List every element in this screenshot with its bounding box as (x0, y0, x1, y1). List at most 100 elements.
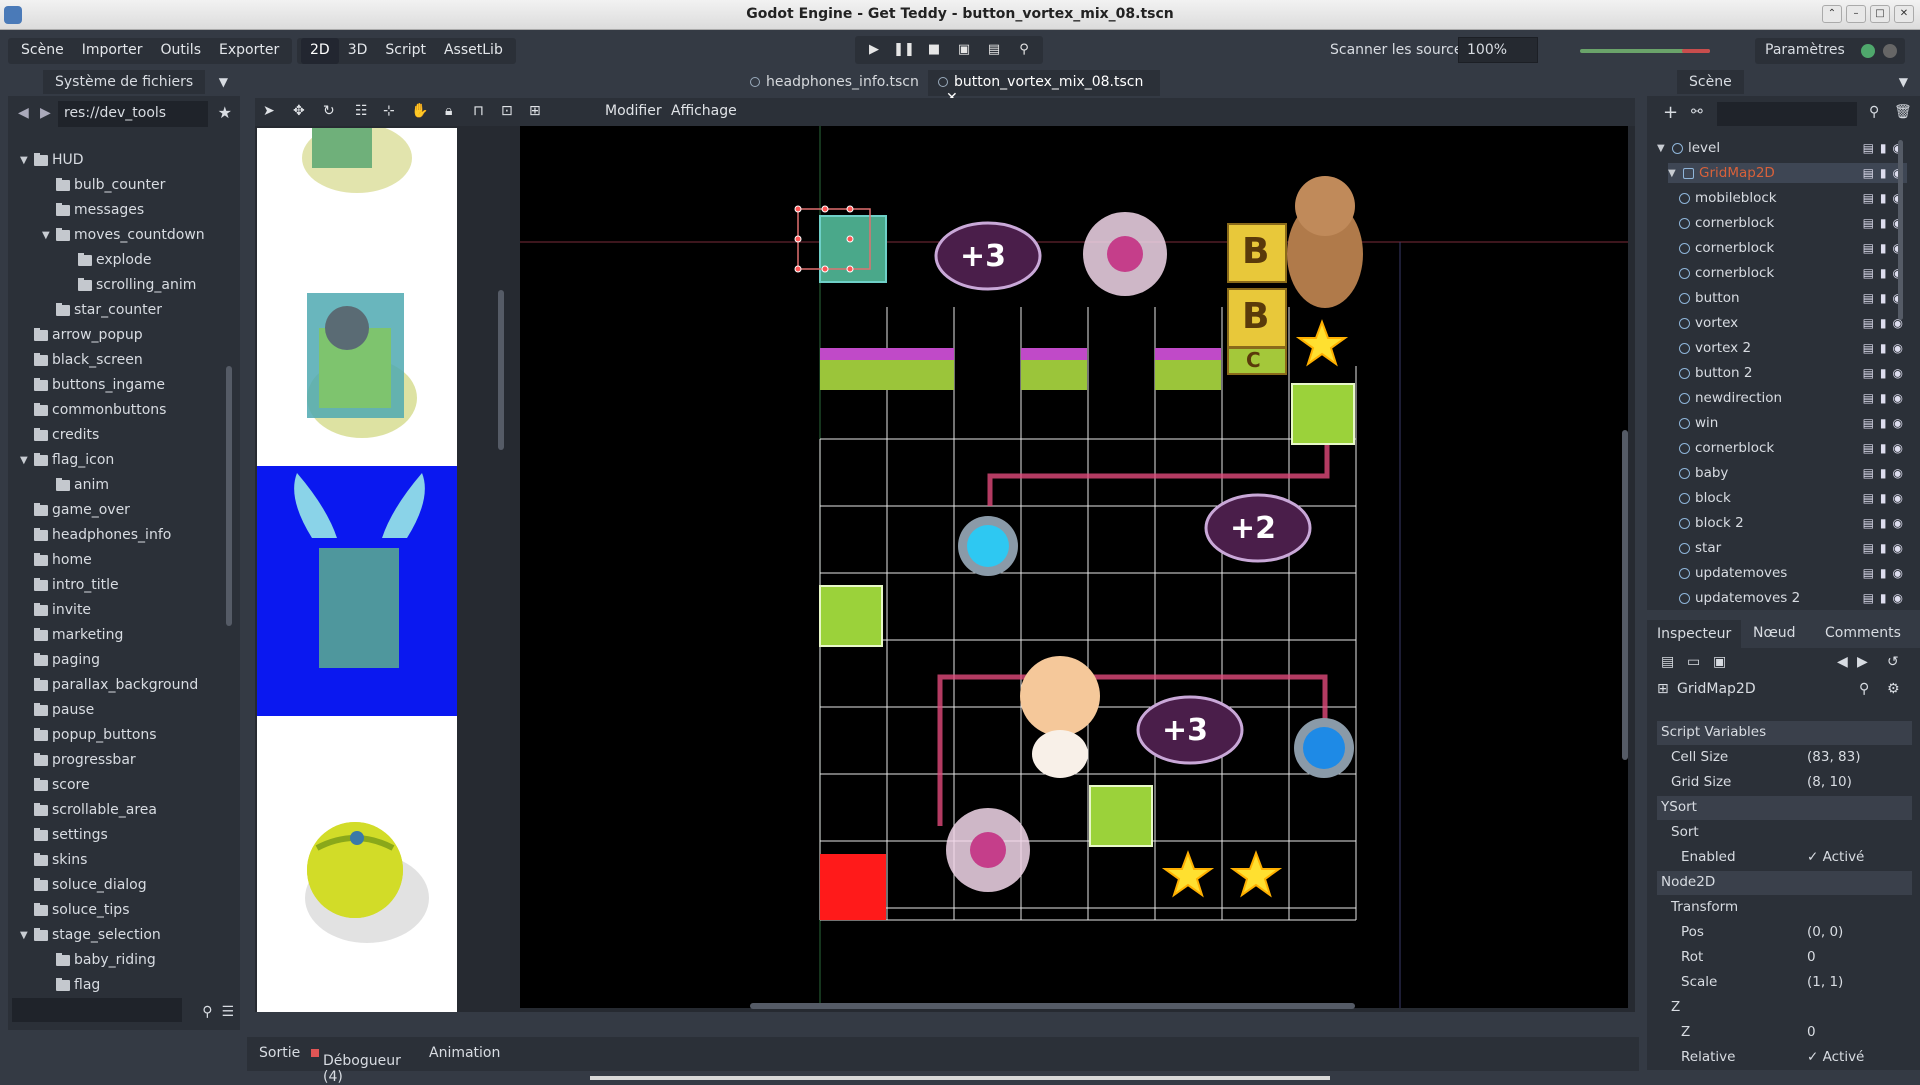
scene-node-button[interactable]: button▤▮◉ (1679, 288, 1907, 308)
file-tree-item[interactable]: bulb_counter (56, 175, 165, 195)
inspector-section[interactable]: YSort (1657, 796, 1912, 820)
script-icon[interactable]: ▤ (1863, 216, 1874, 230)
mode-script[interactable]: Script (376, 38, 435, 64)
scene-tree-scrollbar[interactable] (1898, 140, 1903, 320)
zoom-input[interactable]: 100% (1458, 37, 1538, 63)
save-icon[interactable]: ▣ (1713, 654, 1726, 670)
tab-button-vortex-mix[interactable]: button_vortex_mix_08.tscn ✕ (928, 70, 1160, 106)
visibility-icon[interactable]: ◉ (1893, 416, 1903, 430)
file-tree-item[interactable]: ▼ flag_icon (20, 450, 114, 470)
visibility-icon[interactable]: ◉ (1893, 391, 1903, 405)
output-tab[interactable]: Sortie (259, 1045, 300, 1061)
lock-icon[interactable]: ▮ (1880, 466, 1887, 480)
file-search-input[interactable] (12, 998, 182, 1022)
search-icon[interactable]: ⚲ (1859, 681, 1869, 697)
scene-node-button-2[interactable]: button 2 ▤ ▮ ◉ (1679, 363, 1907, 383)
script-icon[interactable]: ▤ (1863, 441, 1874, 455)
lock-icon[interactable]: ▮ (1880, 191, 1887, 205)
file-tree-item[interactable]: flag (56, 975, 100, 995)
visibility-icon[interactable]: ◉ (1893, 491, 1903, 505)
lock-icon[interactable]: ▮ (1880, 266, 1887, 280)
script-icon[interactable]: ▤ (1863, 316, 1874, 330)
file-tree-item[interactable]: score (34, 775, 90, 795)
file-tree-item[interactable]: home (34, 550, 92, 570)
script-icon[interactable]: ▤ (1863, 266, 1874, 280)
file-tree-item[interactable]: ▼ HUD (20, 150, 84, 170)
file-tree-item[interactable]: scrollable_area (34, 800, 157, 820)
scene-node-updatemoves[interactable]: updatemoves ▤ ▮ ◉ (1679, 563, 1907, 583)
pivot-tool-icon[interactable]: ⊹ (383, 103, 395, 119)
scene-node-vortex-2[interactable]: vortex 2 ▤ ▮ ◉ (1679, 338, 1907, 358)
visibility-icon[interactable]: ◉ (1893, 591, 1903, 605)
inspector-property[interactable]: Sort (1657, 821, 1912, 845)
debugger-tab[interactable]: Débogueur (4) (311, 1045, 401, 1085)
favorite-icon[interactable]: ★ (218, 103, 232, 122)
window-maximize-button[interactable]: □ (1870, 5, 1890, 23)
tab-comments[interactable]: Comments (1825, 625, 1901, 641)
play-custom-scene-icon[interactable]: ▤ (981, 38, 1007, 62)
file-tree-item[interactable]: game_over (34, 500, 130, 520)
inspector-property[interactable]: Enabled ✓ Activé (1657, 846, 1912, 870)
lock-icon[interactable]: 🔒︎ (445, 103, 452, 119)
panel-menu-icon[interactable]: ▼ (219, 75, 228, 89)
file-tree-item[interactable]: buttons_ingame (34, 375, 165, 395)
file-tree-item[interactable]: popup_buttons (34, 725, 157, 745)
inspector-section[interactable]: Node2D (1657, 871, 1912, 895)
visibility-icon[interactable]: ◉ (1893, 566, 1903, 580)
pan-tool-icon[interactable]: ✋ (411, 103, 428, 119)
visibility-icon[interactable]: ◉ (1893, 341, 1903, 355)
file-tree-item[interactable]: baby_riding (56, 950, 156, 970)
script-icon[interactable]: ▤ (1863, 566, 1874, 580)
lock-icon[interactable]: ▮ (1880, 241, 1887, 255)
trash-icon[interactable]: 🗑︎ (1894, 104, 1912, 120)
scene-node-block-2[interactable]: block 2 ▤ ▮ ◉ (1679, 513, 1907, 533)
scene-node-mobileblock[interactable]: mobileblock▤▮◉ (1679, 188, 1907, 208)
history-back-icon[interactable]: ◀ (1837, 654, 1848, 670)
canvas-hscroll[interactable] (750, 1003, 1355, 1009)
file-tree-item[interactable]: intro_title (34, 575, 119, 595)
expand-arrow-icon[interactable]: ▼ (1657, 143, 1667, 154)
visibility-icon[interactable]: ◉ (1893, 466, 1903, 480)
inspector-property[interactable]: Z (1657, 996, 1912, 1020)
mode-3d[interactable]: 3D (339, 38, 377, 64)
list-select-icon[interactable]: ☷ (355, 103, 368, 119)
script-icon[interactable]: ▤ (1863, 241, 1874, 255)
file-tree-item[interactable]: invite (34, 600, 91, 620)
menu-tools[interactable]: Outils (152, 38, 210, 64)
unlock-icon[interactable]: ⊓ (473, 103, 484, 119)
menu-import[interactable]: Importer (73, 38, 152, 64)
scene-node-cornerblock[interactable]: cornerblock▤▮◉ (1679, 238, 1907, 258)
property-value[interactable]: (0, 0) (1807, 924, 1843, 940)
expand-arrow-icon[interactable]: ▼ (20, 155, 30, 166)
search-icon[interactable]: ⚲ (202, 1004, 212, 1020)
file-tree-item[interactable]: progressbar (34, 750, 136, 770)
file-tree-item[interactable]: soluce_dialog (34, 875, 147, 895)
mode-2d[interactable]: 2D (301, 38, 339, 64)
menu-edit[interactable]: Modifier (605, 103, 662, 119)
script-icon[interactable]: ▤ (1863, 541, 1874, 555)
scene-node-updatemoves-2[interactable]: updatemoves 2 ▤ ▮ ◉ (1679, 588, 1907, 608)
path-field[interactable]: res://dev_tools (58, 101, 208, 127)
inspector-property[interactable]: Cell Size (83, 83) (1657, 746, 1912, 770)
tab-inspector[interactable]: Inspecteur (1647, 620, 1742, 648)
lock-icon[interactable]: ▮ (1880, 441, 1887, 455)
inspector-property[interactable]: Relative ✓ Activé (1657, 1046, 1912, 1070)
script-icon[interactable]: ▤ (1863, 166, 1874, 180)
lock-icon[interactable]: ▮ (1880, 341, 1887, 355)
scene-node-level[interactable]: ▼level▤▮◉ (1657, 140, 1907, 158)
pause-icon[interactable]: ❚❚ (891, 38, 917, 62)
script-icon[interactable]: ▤ (1863, 466, 1874, 480)
property-value[interactable]: 0 (1807, 1024, 1816, 1040)
scene-node-win[interactable]: win ▤ ▮ ◉ (1679, 413, 1907, 433)
filesystem-tab[interactable]: Système de fichiers (43, 70, 206, 94)
game-canvas[interactable]: +3 +2 +3 B B C (520, 126, 1628, 1008)
script-icon[interactable]: ▤ (1863, 391, 1874, 405)
scene-node-cornerblock[interactable]: cornerblock▤▮◉ (1679, 438, 1907, 458)
scene-node-vortex[interactable]: vortex ▤ ▮ ◉ (1679, 313, 1907, 333)
tab-node[interactable]: Nœud (1753, 625, 1796, 641)
list-view-icon[interactable]: ☰ (221, 1004, 234, 1020)
lock-icon[interactable]: ▮ (1880, 166, 1887, 180)
canvas-vscroll[interactable] (1622, 430, 1628, 760)
file-tree-item[interactable]: headphones_info (34, 525, 171, 545)
lock-icon[interactable]: ▮ (1880, 216, 1887, 230)
